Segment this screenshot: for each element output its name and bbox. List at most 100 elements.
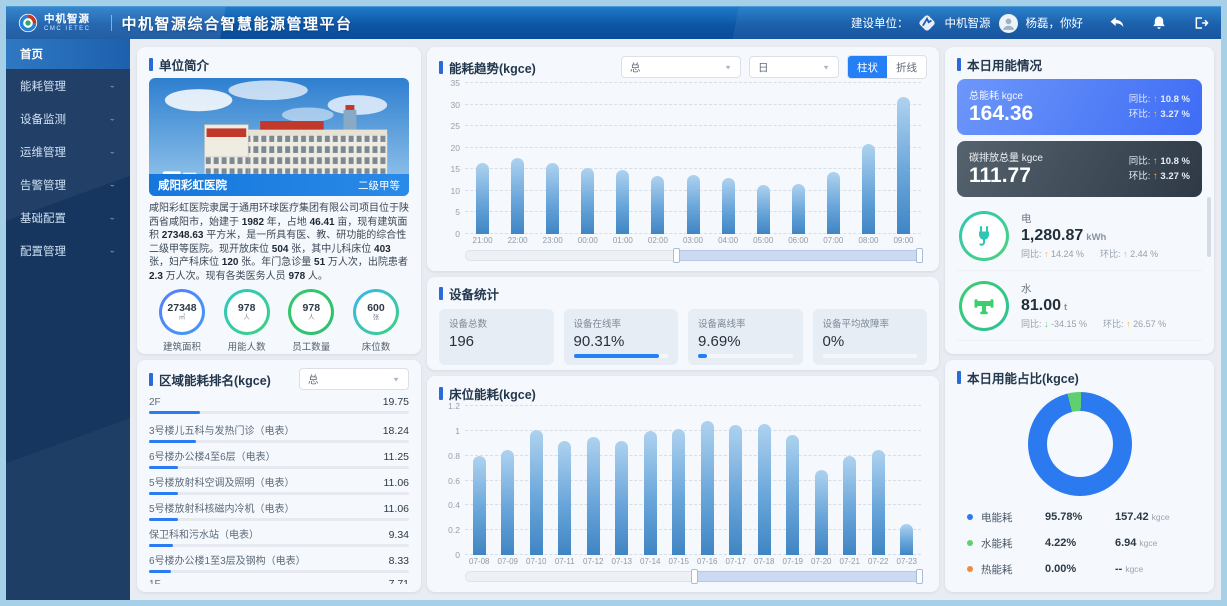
x-tick-label: 07-15: [665, 557, 694, 566]
bar[interactable]: [476, 163, 489, 233]
bar[interactable]: [900, 524, 913, 555]
bar-slot: [886, 83, 921, 234]
stat-label: 员工数量: [292, 339, 330, 353]
y-tick-label: 0.2: [439, 525, 460, 535]
device-stat-bar-fill: [698, 354, 707, 358]
energy-name: 电: [1021, 211, 1200, 226]
top-header: 中机智源 CMC IETEC 中机智源综合智慧能源管理平台 建设单位： 中机智源…: [6, 6, 1221, 39]
logout-icon[interactable]: [1193, 15, 1209, 31]
device-stat-value: 90.31%: [574, 333, 669, 350]
chevron-down-icon: ▼: [724, 63, 732, 70]
x-tick-label: 06:00: [781, 236, 816, 245]
bar[interactable]: [862, 144, 875, 233]
sidebar-item-ops[interactable]: 运维管理⌄: [6, 135, 130, 168]
datazoom-handle[interactable]: [916, 569, 923, 584]
y-tick-label: 0.4: [439, 500, 460, 510]
stat-ring: 978人: [224, 289, 270, 335]
legend-unit: kgce: [1125, 564, 1143, 574]
card-title-unit-profile: 单位简介: [149, 55, 409, 73]
datazoom-handle[interactable]: [916, 248, 923, 263]
bar[interactable]: [843, 456, 856, 555]
bar[interactable]: [581, 168, 594, 234]
energy-value: 81.00t: [1021, 296, 1200, 315]
back-icon[interactable]: [1109, 15, 1125, 31]
title-accent-bar: [439, 387, 443, 400]
x-tick-label: 07-10: [522, 557, 551, 566]
energy-unit: t: [1064, 302, 1067, 313]
datazoom-selected-range[interactable]: [693, 571, 922, 582]
x-tick-label: 07-23: [893, 557, 922, 566]
trend-scope-select[interactable]: 总 ▼: [621, 56, 741, 78]
bed-energy-card: 床位能耗(kgce) 00.20.40.60.811.207-0807-0907…: [427, 376, 939, 592]
toggle-bar-chart-button[interactable]: 柱状: [848, 56, 887, 78]
bar[interactable]: [729, 425, 742, 555]
bar[interactable]: [758, 424, 771, 555]
datazoom-slider[interactable]: [465, 571, 921, 582]
sidebar-item-config[interactable]: 配置管理⌄: [6, 234, 130, 267]
bar[interactable]: [672, 429, 685, 555]
bar[interactable]: [546, 163, 559, 234]
sidebar-item-label: 首页: [20, 46, 43, 62]
x-tick-label: 07-11: [551, 557, 580, 566]
hospital-name: 咸阳彩虹医院: [158, 177, 227, 193]
device-stat-label: 设备总数: [449, 316, 544, 330]
energy-ratio-donut-chart[interactable]: [1028, 392, 1132, 496]
bar[interactable]: [792, 184, 805, 234]
bar-slot: [500, 83, 535, 234]
card-title-energy-trend: 能耗趋势(kgce): [439, 58, 536, 76]
rank-bar-fill: [149, 440, 196, 443]
energy-unit: kWh: [1086, 232, 1106, 243]
energy-mom: 环比: ↑ 2.44 %: [1100, 247, 1158, 260]
y-tick-label: 1.2: [439, 401, 460, 411]
bar-slot: [836, 406, 865, 555]
datazoom-slider[interactable]: [465, 250, 921, 261]
bar[interactable]: [872, 450, 885, 555]
user-avatar[interactable]: [999, 14, 1018, 33]
bar[interactable]: [616, 170, 629, 234]
sidebar-item-device[interactable]: 设备监测⌄: [6, 102, 130, 135]
bar-slot: [893, 406, 922, 555]
chart-type-toggle: 柱状 折线: [847, 55, 927, 79]
datazoom-selected-range[interactable]: [675, 250, 922, 261]
bar[interactable]: [722, 178, 735, 234]
bar[interactable]: [587, 437, 600, 555]
bar[interactable]: [651, 176, 664, 233]
toggle-line-chart-button[interactable]: 折线: [887, 56, 926, 78]
rank-bar-track: [149, 570, 409, 573]
total-energy-card: 总能耗 kgce 164.36 同比: ↑ 10.8 % 环比: ↑ 3.27 …: [957, 79, 1202, 135]
scrollbar-thumb[interactable]: [1207, 197, 1211, 257]
bar[interactable]: [644, 431, 657, 555]
device-stat-value: 0%: [823, 333, 918, 350]
bar[interactable]: [786, 435, 799, 555]
y-tick-label: 5: [439, 207, 460, 217]
bell-icon[interactable]: [1151, 15, 1167, 31]
bar[interactable]: [511, 158, 524, 234]
sidebar-item-energy[interactable]: 能耗管理⌄: [6, 69, 130, 102]
trend-period-select[interactable]: 日 ▼: [749, 56, 839, 78]
stat-ring-inner: 978人: [291, 292, 331, 332]
bar[interactable]: [701, 421, 714, 555]
bar[interactable]: [558, 441, 571, 555]
bar[interactable]: [757, 185, 770, 234]
bar[interactable]: [501, 450, 514, 555]
bar[interactable]: [687, 175, 700, 234]
bar[interactable]: [530, 430, 543, 555]
rank-item-value: 18.24: [383, 425, 409, 437]
chevron-down-icon: ⌄: [108, 213, 116, 222]
datazoom-handle[interactable]: [691, 569, 698, 584]
region-rank-filter-select[interactable]: 总 ▼: [299, 368, 409, 390]
sidebar-item-home[interactable]: 首页: [6, 39, 130, 69]
sidebar-item-base[interactable]: 基础配置⌄: [6, 201, 130, 234]
datazoom-handle[interactable]: [673, 248, 680, 263]
bar[interactable]: [827, 172, 840, 234]
sidebar-item-alarm[interactable]: 告警管理⌄: [6, 168, 130, 201]
rank-item-name: 6号楼办公楼1至3层及钢构（电表）: [149, 552, 306, 567]
bar[interactable]: [615, 441, 628, 555]
bar[interactable]: [815, 470, 828, 555]
x-tick-label: 00:00: [570, 236, 605, 245]
bar[interactable]: [897, 97, 910, 234]
bar[interactable]: [473, 456, 486, 555]
energy-mom: 环比: ↑ 26.57 %: [1103, 317, 1166, 330]
rank-bar-fill: [149, 570, 171, 573]
plug-icon: [972, 224, 996, 248]
